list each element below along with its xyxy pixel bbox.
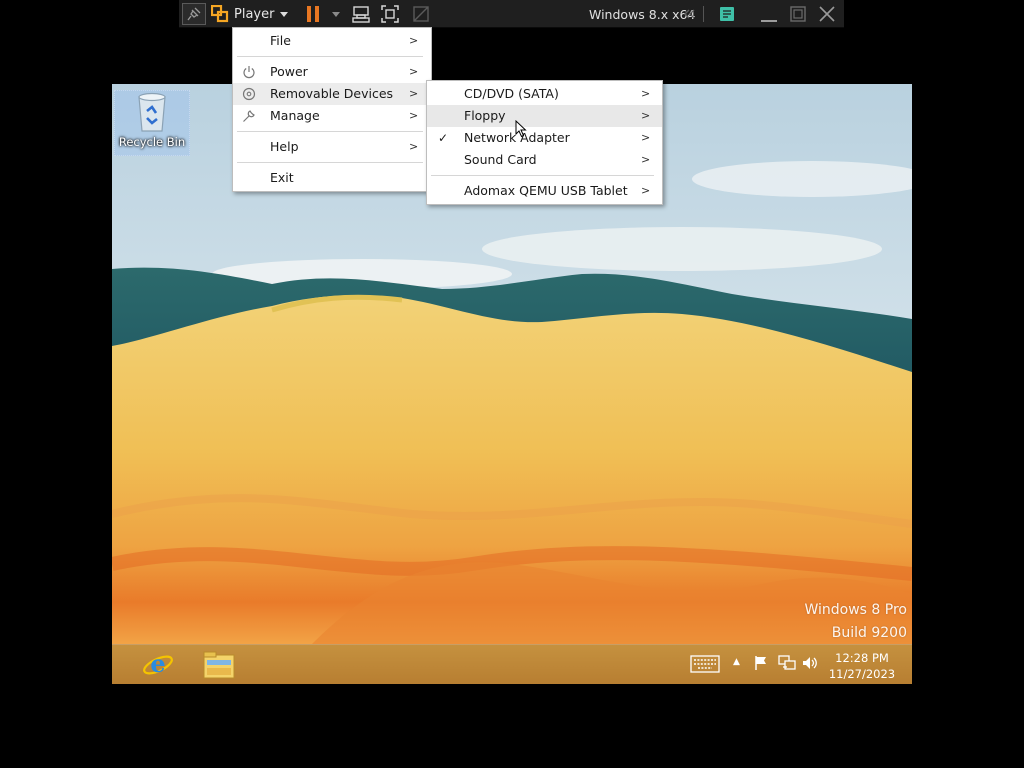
recycle-bin-icon <box>138 92 166 132</box>
player-menu-label: Player <box>234 6 275 22</box>
mouse-cursor-icon <box>515 120 527 138</box>
chevron-down-icon <box>332 11 340 17</box>
player-menu-button[interactable]: Player <box>234 3 290 25</box>
pin-toolbar-button[interactable] <box>182 3 206 25</box>
menu-item-exit[interactable]: Exit <box>233 167 431 189</box>
send-ctrl-alt-del-icon <box>352 6 370 23</box>
submenu-arrow-icon: > <box>409 34 419 47</box>
full-screen-button[interactable] <box>379 3 401 25</box>
keyboard-icon <box>690 655 720 673</box>
exit-unity-button[interactable] <box>678 3 700 25</box>
svg-text:e: e <box>150 649 165 678</box>
device-cd-dvd[interactable]: CD/DVD (SATA) > <box>427 83 662 105</box>
close-icon <box>819 6 835 22</box>
menu-item-file[interactable]: File > <box>233 30 431 52</box>
menu-item-label: Manage <box>270 108 320 123</box>
vmware-logo-icon <box>211 5 229 23</box>
file-explorer-icon <box>203 651 235 679</box>
minimize-icon <box>761 20 777 22</box>
volume-icon[interactable] <box>802 655 818 674</box>
device-label: Floppy <box>464 108 506 123</box>
submenu-arrow-icon: > <box>641 153 651 166</box>
wrench-icon <box>243 110 255 122</box>
clock-date: 11/27/2023 <box>828 667 896 681</box>
windows-edition-watermark: Windows 8 Pro Build 9200 <box>804 599 907 645</box>
recycle-bin-shortcut[interactable]: Recycle Bin <box>114 90 190 156</box>
watermark-build: Build 9200 <box>831 625 907 641</box>
menu-separator <box>431 175 654 176</box>
internet-explorer-icon: e <box>143 649 173 678</box>
action-center-flag-icon[interactable] <box>753 655 769 674</box>
disc-icon <box>242 87 256 101</box>
submenu-arrow-icon: > <box>409 109 419 122</box>
device-sound-card[interactable]: Sound Card > <box>427 149 662 171</box>
menu-item-label: Power <box>270 64 308 79</box>
vm-toolbar: Player Windows 8.x x64 <box>179 0 844 28</box>
recycle-bin-label: Recycle Bin <box>118 135 186 149</box>
send-ctrl-alt-del-button[interactable] <box>350 3 372 25</box>
menu-item-power[interactable]: Power > <box>233 61 431 83</box>
device-label: Adomax QEMU USB Tablet <box>464 183 628 198</box>
unity-icon <box>413 6 429 22</box>
submenu-arrow-icon: > <box>409 65 419 78</box>
submenu-arrow-icon: > <box>409 87 419 100</box>
device-usb-tablet[interactable]: Adomax QEMU USB Tablet > <box>427 180 662 202</box>
device-label: Sound Card <box>464 152 537 167</box>
menu-separator <box>237 56 423 57</box>
network-icon[interactable] <box>778 655 796 674</box>
minimize-button[interactable] <box>757 3 781 25</box>
pause-button[interactable] <box>305 3 321 25</box>
taskbar-clock[interactable]: 12:28 PM 11/27/2023 <box>824 650 900 682</box>
watermark-edition: Windows 8 Pro <box>804 602 907 618</box>
taskbar: e ▲ 12:28 PM 11/27/2023 <box>112 644 912 684</box>
device-floppy[interactable]: Floppy > <box>427 105 662 127</box>
menu-item-manage[interactable]: Manage > <box>233 105 431 127</box>
checkmark-icon: ✓ <box>438 131 449 145</box>
menu-item-label: Removable Devices <box>270 86 394 101</box>
show-hidden-icons-icon[interactable]: ▲ <box>733 657 740 667</box>
taskbar-file-explorer[interactable] <box>197 647 241 683</box>
dropdown-arrow-icon <box>280 11 289 17</box>
power-icon <box>243 66 255 79</box>
toolbar-separator <box>703 6 704 22</box>
device-label: CD/DVD (SATA) <box>464 86 559 101</box>
touch-keyboard-button[interactable] <box>690 655 720 676</box>
submenu-arrow-icon: > <box>641 184 651 197</box>
menu-separator <box>237 162 423 163</box>
vm-name-label: Windows 8.x x64 <box>589 6 696 22</box>
menu-item-label: Exit <box>270 170 294 185</box>
menu-item-label: Help <box>270 139 299 154</box>
removable-devices-submenu: CD/DVD (SATA) > Floppy > ✓ Network Adapt… <box>426 80 663 205</box>
rewind-icon <box>684 9 695 19</box>
power-options-dropdown[interactable] <box>329 3 343 25</box>
pin-icon <box>187 7 201 21</box>
pause-icon <box>307 6 319 22</box>
submenu-arrow-icon: > <box>641 87 651 100</box>
submenu-arrow-icon: > <box>641 109 651 122</box>
fullscreen-icon <box>381 5 399 23</box>
menu-item-label: File <box>270 33 291 48</box>
player-menu: File > Power > Removable Devices > Manag… <box>232 27 432 192</box>
vmware-logo-button[interactable] <box>210 3 230 25</box>
restore-button[interactable] <box>787 3 809 25</box>
submenu-arrow-icon: > <box>409 140 419 153</box>
menu-item-removable-devices[interactable]: Removable Devices > <box>233 83 431 105</box>
submenu-arrow-icon: > <box>641 131 651 144</box>
clock-time: 12:28 PM <box>835 651 889 665</box>
taskbar-internet-explorer[interactable]: e <box>136 647 180 683</box>
device-network-adapter[interactable]: ✓ Network Adapter > <box>427 127 662 149</box>
menu-item-help[interactable]: Help > <box>233 136 431 158</box>
notes-button[interactable] <box>717 3 737 25</box>
close-button[interactable] <box>816 3 838 25</box>
unity-button[interactable] <box>410 3 432 25</box>
menu-separator <box>237 131 423 132</box>
restore-icon <box>790 6 806 22</box>
note-icon <box>720 7 734 21</box>
